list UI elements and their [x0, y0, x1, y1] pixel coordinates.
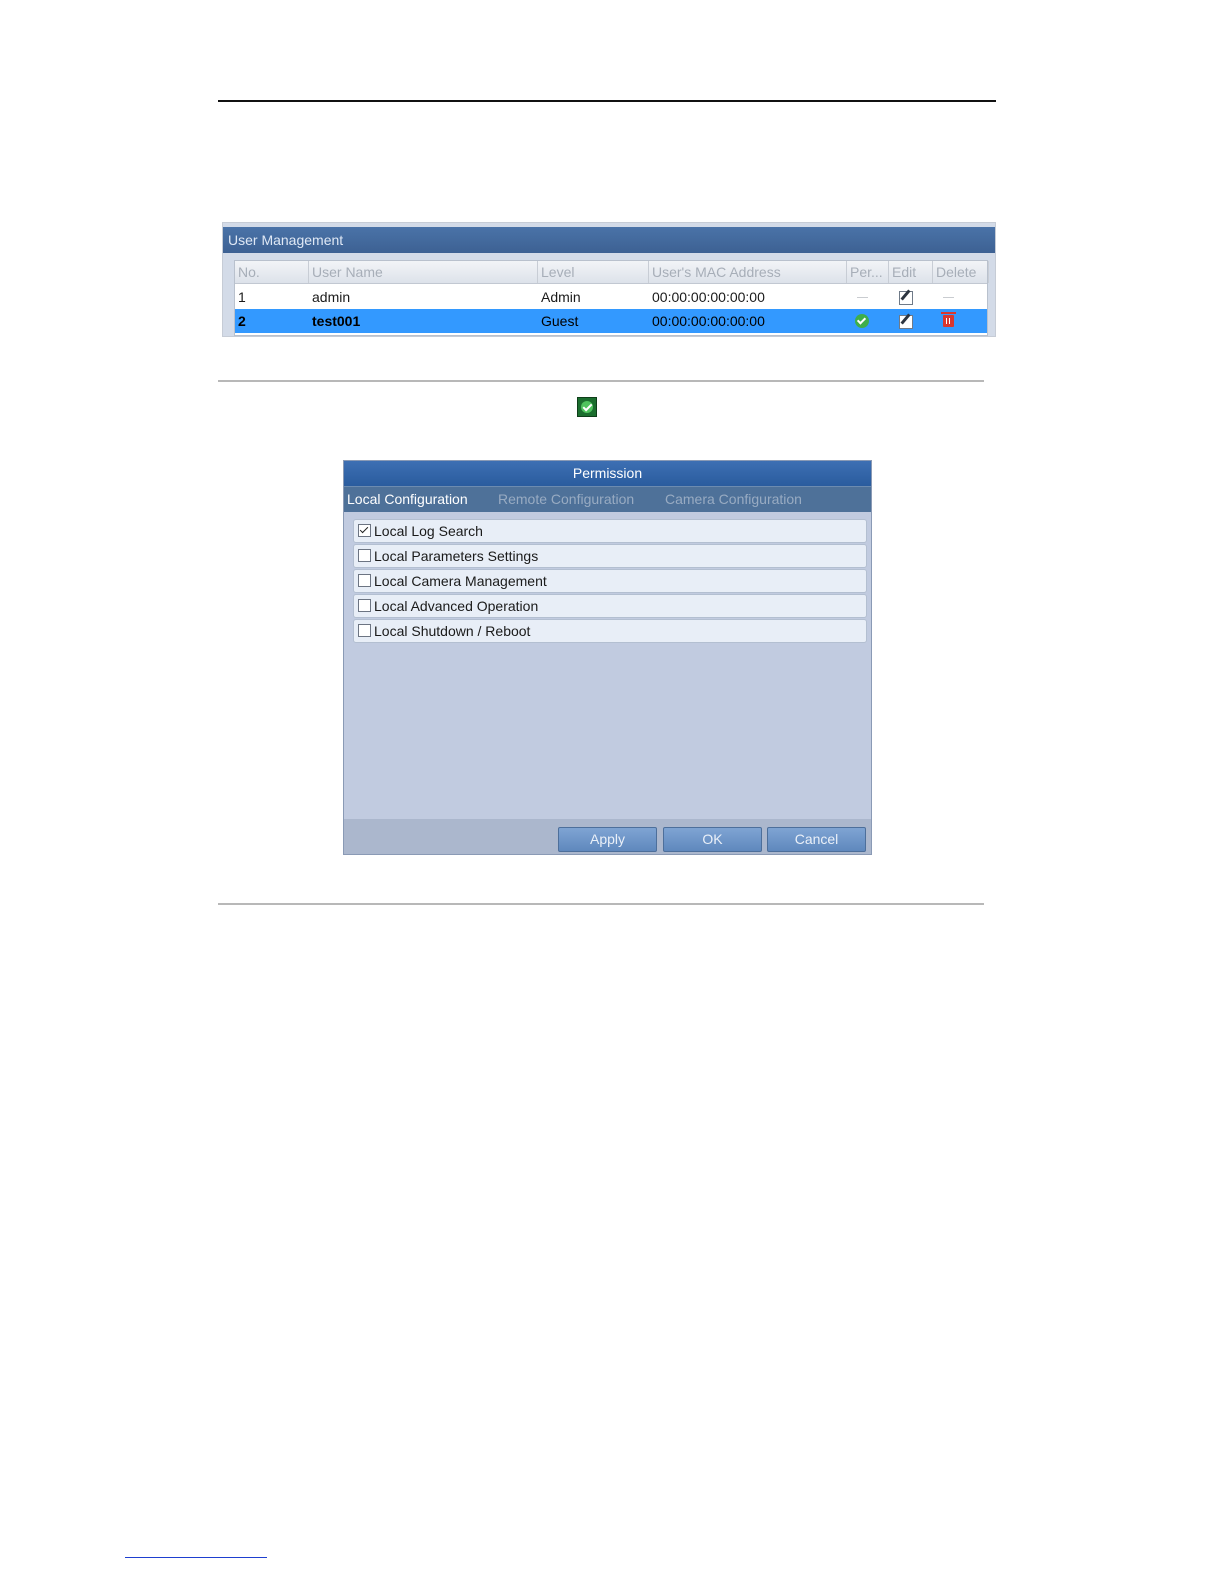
user-management-panel: User Management No. User Name Level User…: [222, 222, 996, 337]
cell-delete: [933, 309, 989, 333]
permission-item-local-camera-management[interactable]: Local Camera Management: [353, 569, 867, 593]
column-header-delete[interactable]: Delete: [933, 261, 989, 283]
checkbox[interactable]: [358, 599, 371, 612]
column-header-edit[interactable]: Edit: [889, 261, 933, 283]
table-row-selected[interactable]: 2 test001 Guest 00:00:00:00:00:00: [235, 309, 987, 333]
cell-delete: [933, 285, 989, 309]
cell-permission: [847, 309, 889, 333]
cell-user-name: test001: [312, 313, 361, 329]
cell-edit: [889, 309, 933, 333]
checkbox[interactable]: [358, 574, 371, 587]
column-header-mac-address[interactable]: User's MAC Address: [649, 261, 847, 283]
tab-local-configuration[interactable]: Local Configuration: [347, 487, 468, 512]
permission-label: Local Log Search: [374, 523, 483, 539]
green-check-icon: [577, 397, 597, 417]
footer-link-underline[interactable]: [125, 1557, 267, 1558]
user-table: No. User Name Level User's MAC Address P…: [234, 260, 989, 336]
ok-button[interactable]: OK: [663, 827, 762, 852]
check-icon[interactable]: [855, 314, 869, 328]
checkbox-checked[interactable]: [358, 524, 371, 537]
column-header-permission[interactable]: Per...: [847, 261, 889, 283]
edit-icon[interactable]: [899, 291, 913, 305]
permission-label: Local Shutdown / Reboot: [374, 623, 531, 639]
permission-label: Local Advanced Operation: [374, 598, 539, 614]
cell-level: Admin: [541, 289, 581, 305]
page-header-rule: [218, 100, 996, 102]
panel-title: User Management: [223, 227, 995, 253]
column-header-level[interactable]: Level: [538, 261, 649, 283]
cell-level: Guest: [541, 313, 579, 329]
table-header: No. User Name Level User's MAC Address P…: [235, 261, 989, 284]
cell-mac-address: 00:00:00:00:00:00: [652, 289, 765, 305]
cell-no: 1: [238, 289, 246, 305]
tab-remote-configuration[interactable]: Remote Configuration: [498, 487, 634, 512]
column-header-user-name[interactable]: User Name: [309, 261, 538, 283]
column-header-no[interactable]: No.: [235, 261, 309, 283]
permission-label: Local Parameters Settings: [374, 548, 539, 564]
checkbox[interactable]: [358, 549, 371, 562]
trash-icon[interactable]: [941, 312, 956, 327]
cancel-button[interactable]: Cancel: [767, 827, 866, 852]
permission-item-local-shutdown-reboot[interactable]: Local Shutdown / Reboot: [353, 619, 867, 643]
table-row[interactable]: 1 admin Admin 00:00:00:00:00:00: [235, 285, 987, 310]
permission-dialog: Permission Local Configuration Remote Co…: [343, 460, 872, 855]
permission-item-local-parameters-settings[interactable]: Local Parameters Settings: [353, 544, 867, 568]
apply-button[interactable]: Apply: [558, 827, 657, 852]
section-rule: [218, 903, 984, 905]
cell-permission: [847, 285, 889, 309]
cell-mac-address: 00:00:00:00:00:00: [652, 313, 765, 329]
permission-list: Local Log Search Local Parameters Settin…: [353, 519, 867, 644]
dash-icon: [943, 297, 954, 298]
dash-icon: [857, 297, 868, 298]
dialog-title: Permission: [344, 461, 871, 486]
dialog-footer: Apply OK Cancel: [344, 819, 871, 854]
edit-icon[interactable]: [899, 315, 913, 329]
cell-no: 2: [238, 313, 246, 329]
tab-bar: Local Configuration Remote Configuration…: [344, 486, 871, 512]
section-rule: [218, 380, 984, 382]
cell-user-name: admin: [312, 289, 351, 305]
tab-camera-configuration[interactable]: Camera Configuration: [665, 487, 802, 512]
checkbox[interactable]: [358, 624, 371, 637]
permission-item-local-advanced-operation[interactable]: Local Advanced Operation: [353, 594, 867, 618]
permission-label: Local Camera Management: [374, 573, 547, 589]
cell-edit: [889, 285, 933, 309]
permission-item-local-log-search[interactable]: Local Log Search: [353, 519, 867, 543]
